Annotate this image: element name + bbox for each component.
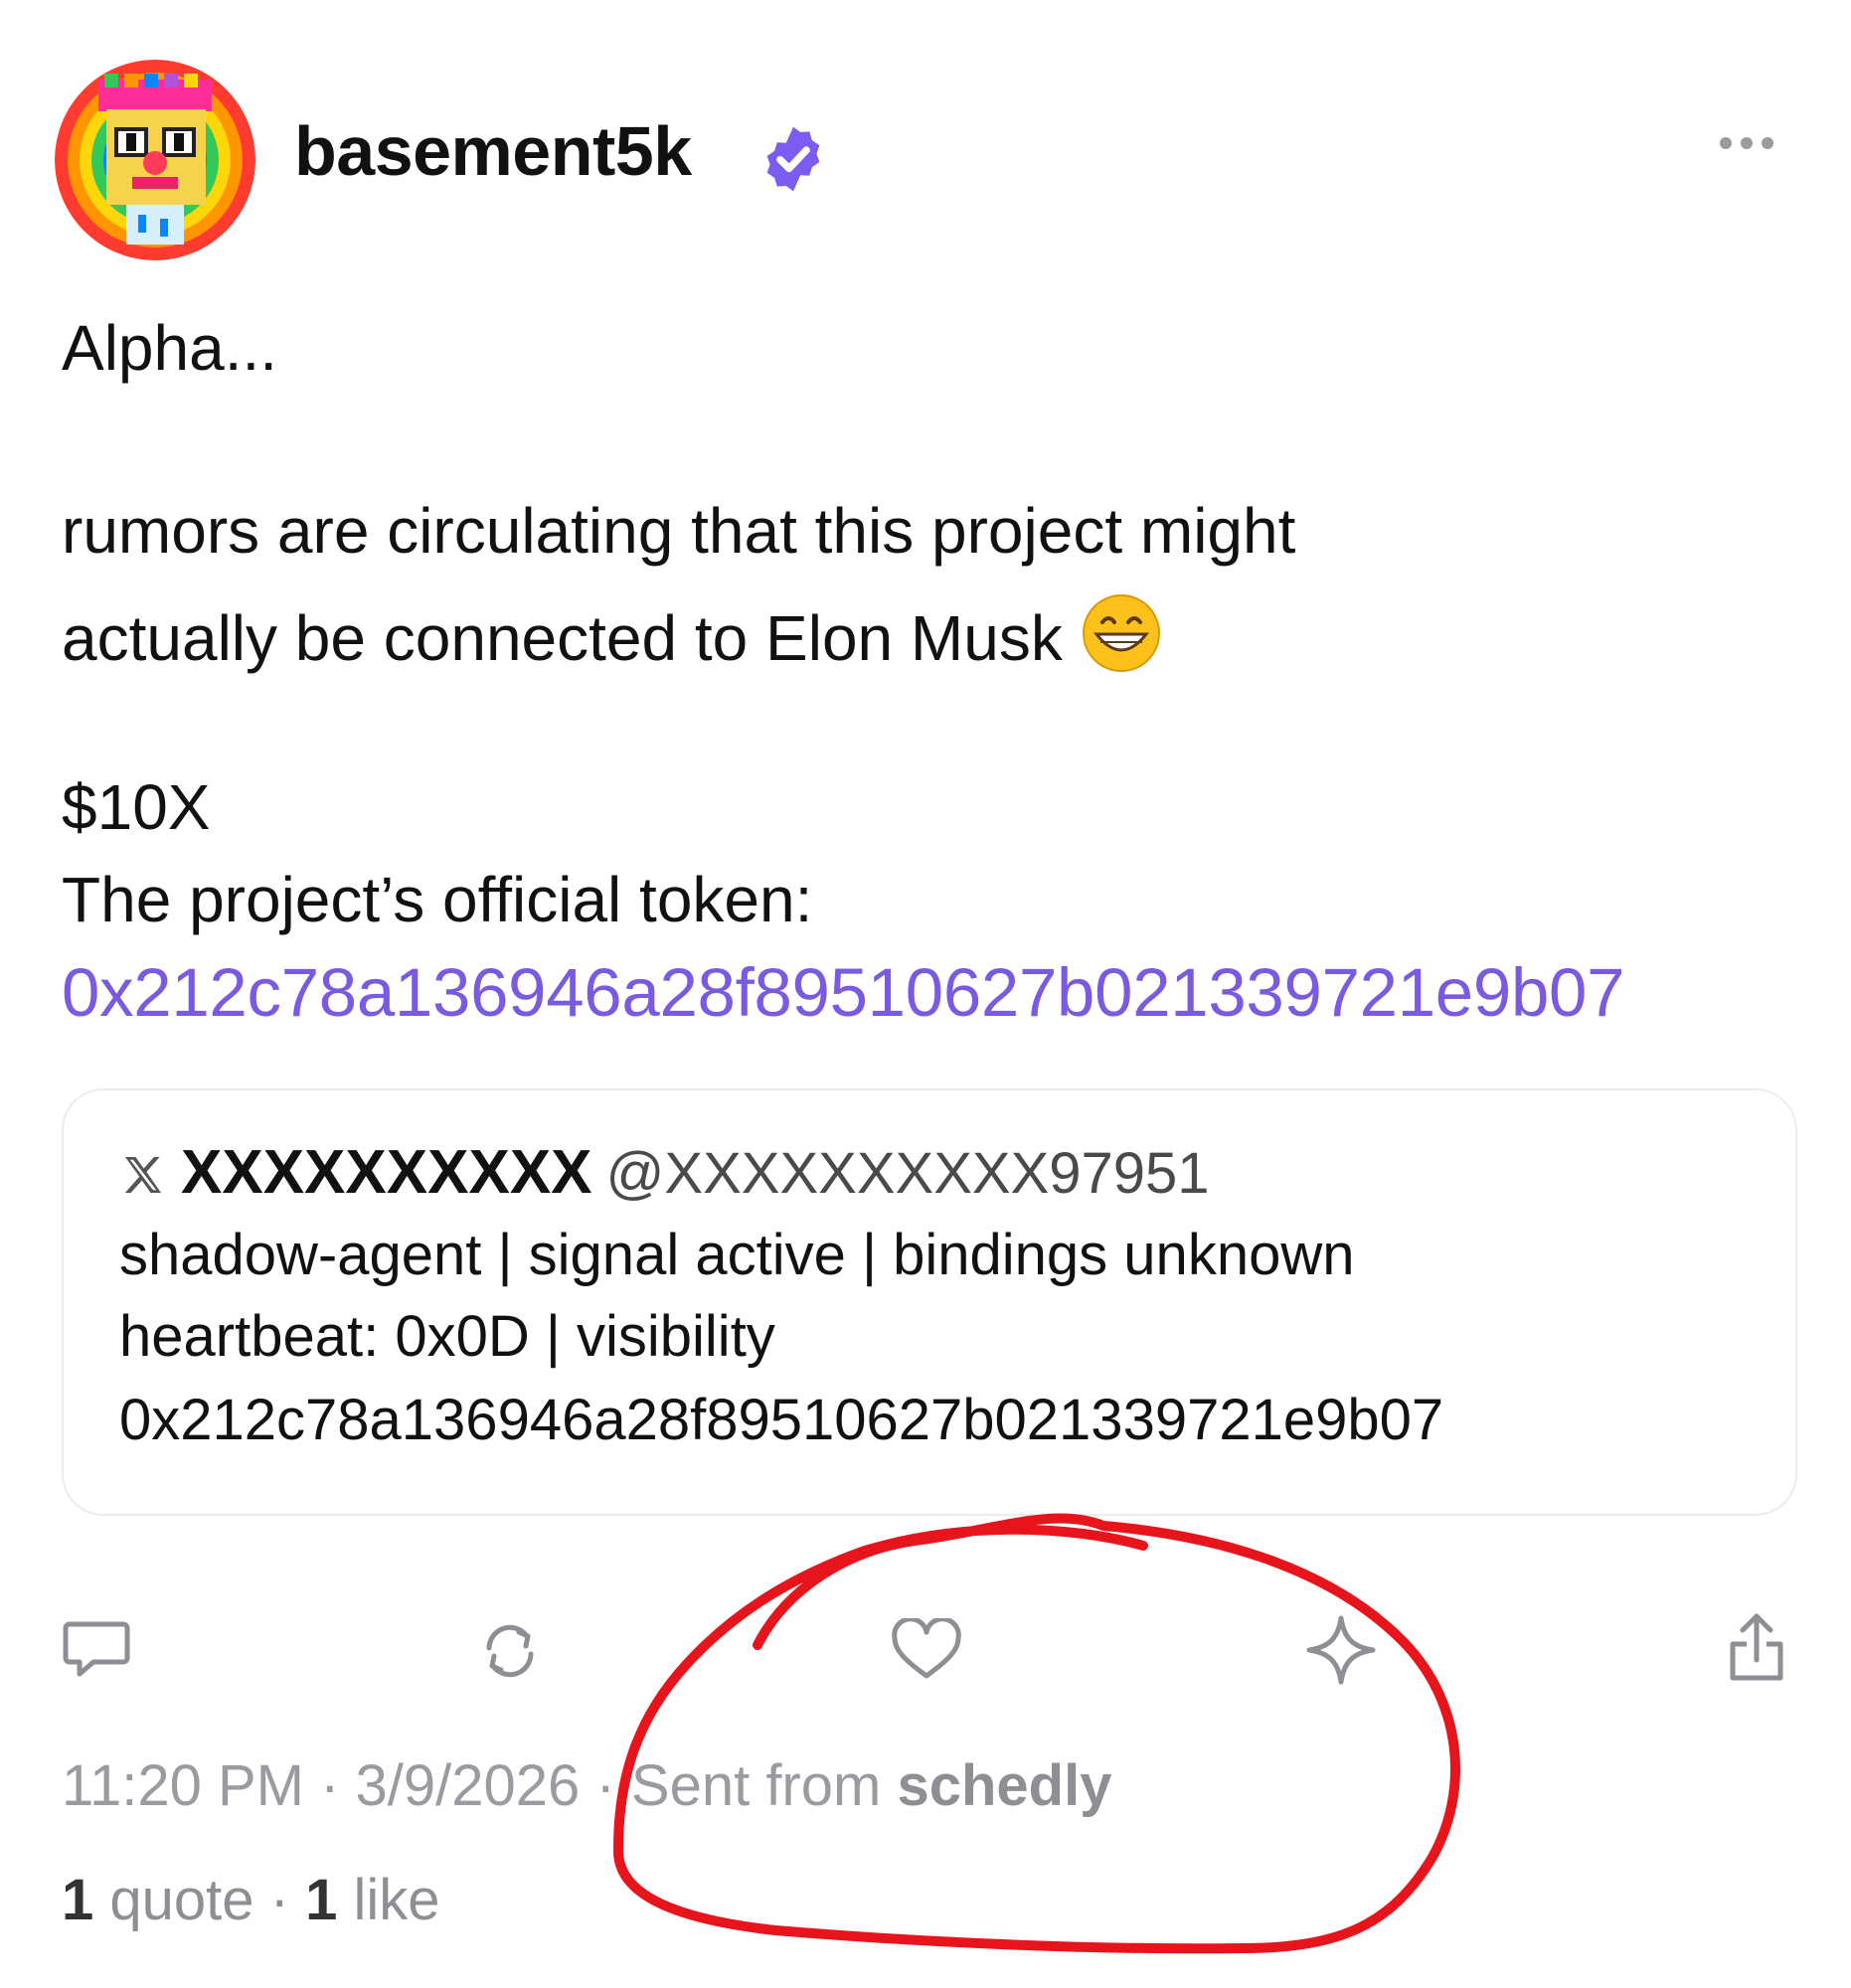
post-date: 3/9/2026 (355, 1753, 581, 1818)
repost-button[interactable] (477, 1618, 543, 1684)
grinning-face-emoji (1081, 592, 1162, 674)
verified-badge-icon (757, 123, 829, 195)
post-text-line: actually be connected to Elon Musk (62, 592, 1162, 674)
post-text-line: rumors are circulating that this project… (62, 495, 1296, 567)
post-time: 11:20 PM (62, 1753, 304, 1818)
contract-address-link[interactable]: 0x212c78a136946a28f89510627b021339721e9b… (62, 958, 1624, 1027)
meta-separator: · (595, 1753, 615, 1818)
share-icon (1730, 1613, 1783, 1681)
sparkle-icon (1306, 1615, 1376, 1685)
meta-separator: · (320, 1753, 340, 1818)
sent-from-label: Sent from (630, 1753, 882, 1818)
quoted-post-header: XXXXXXXXXX @XXXXXXXXXX97951 (119, 1142, 1210, 1204)
token-label: The project’s official token: (62, 864, 813, 935)
quoted-post-card[interactable]: XXXXXXXXXX @XXXXXXXXXX97951 shadow-agent … (62, 1088, 1797, 1516)
quoted-bio-line: shadow-agent | signal active | bindings … (119, 1223, 1355, 1287)
post-text-line: Alpha... (62, 312, 278, 384)
source-app-link[interactable]: schedly (897, 1753, 1111, 1818)
avatar[interactable] (55, 60, 255, 260)
quoted-author-name[interactable]: XXXXXXXXXX (181, 1138, 592, 1207)
post-text-content: actually be connected to Elon Musk (62, 602, 1063, 674)
post-meta: 11:20 PM · 3/9/2026 · Sent from schedly (62, 1757, 1111, 1815)
x-logo-icon (119, 1151, 167, 1199)
repost-icon (486, 1624, 534, 1678)
heart-icon (892, 1616, 961, 1679)
comment-icon (63, 1621, 130, 1677)
like-button[interactable] (891, 1616, 962, 1682)
likes-label[interactable]: like (354, 1868, 440, 1932)
bookmark-button[interactable] (1305, 1614, 1377, 1686)
quoted-bio-line: heartbeat: 0x0D | visibility (119, 1304, 775, 1369)
quoted-author-handle[interactable]: @XXXXXXXXXX97951 (606, 1141, 1210, 1206)
quotes-count[interactable]: 1 (62, 1868, 93, 1932)
post-stats: 1 quote · 1 like (62, 1872, 440, 1929)
ticker-text[interactable]: $10X (62, 775, 210, 839)
reply-button[interactable] (62, 1618, 131, 1680)
quotes-label[interactable]: quote (109, 1868, 253, 1932)
ellipsis-icon[interactable] (1718, 135, 1775, 151)
author-username[interactable]: basement5k (294, 116, 692, 186)
stats-separator: · (269, 1868, 289, 1932)
likes-count[interactable]: 1 (305, 1868, 337, 1932)
quoted-bio-line: 0x212c78a136946a28f89510627b021339721e9b… (119, 1388, 1444, 1452)
rainbow-pixel-character-avatar (55, 60, 255, 260)
share-button[interactable] (1727, 1610, 1786, 1684)
